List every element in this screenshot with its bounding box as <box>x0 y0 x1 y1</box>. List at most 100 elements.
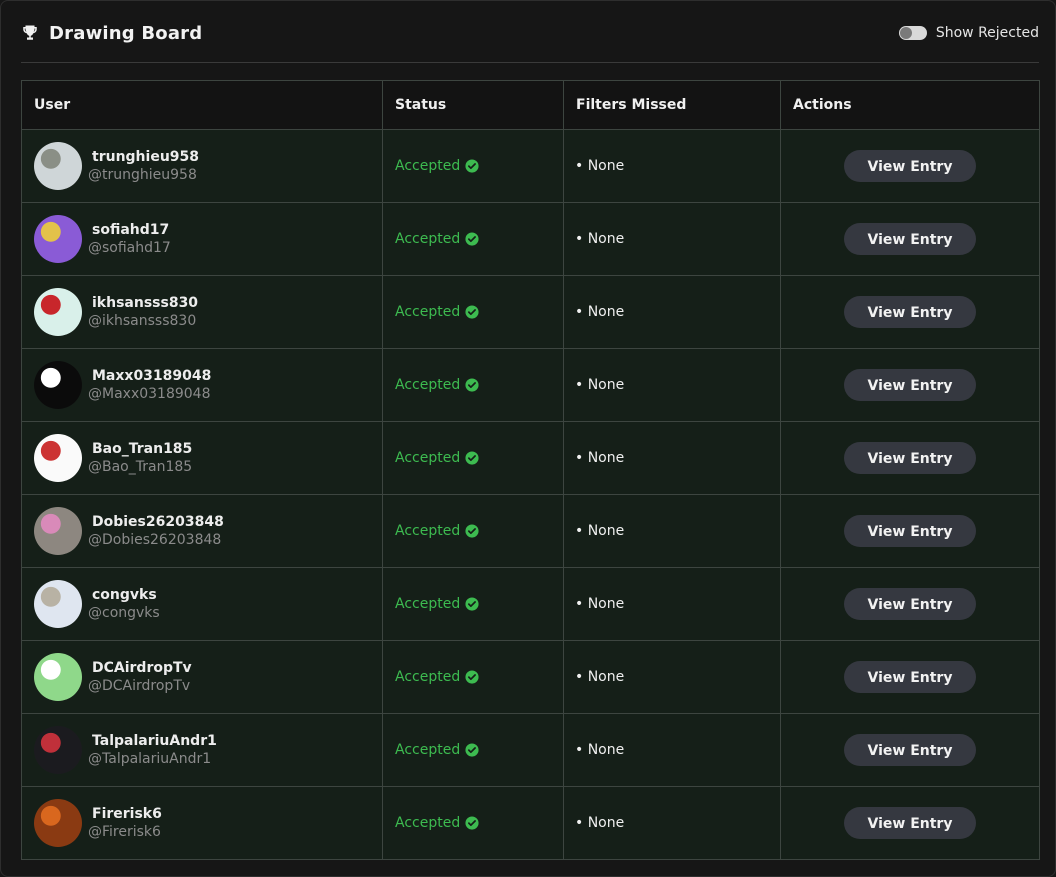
status-text: Accepted <box>395 669 461 685</box>
user-text: Dobies26203848 @Dobies26203848 <box>88 513 224 549</box>
avatar[interactable] <box>34 215 82 263</box>
avatar[interactable] <box>34 434 82 482</box>
table-row: Firerisk6 @Firerisk6 Accepted • None Vie… <box>21 786 1040 860</box>
user-handle: @Bao_Tran185 <box>88 459 193 475</box>
table-row: ikhsansss830 @ikhsansss830 Accepted • No… <box>21 275 1040 349</box>
status-text: Accepted <box>395 450 461 466</box>
user-name[interactable]: trunghieu958 <box>88 148 199 166</box>
user-handle: @DCAirdropTv <box>88 678 191 694</box>
filters-missed-text: • None <box>575 815 625 831</box>
user-name[interactable]: TalpalariuAndr1 <box>88 732 217 750</box>
actions-cell: View Entry <box>780 786 1040 860</box>
user-text: trunghieu958 @trunghieu958 <box>88 148 199 184</box>
status-badge: Accepted <box>383 304 563 320</box>
view-entry-button[interactable]: View Entry <box>844 515 976 547</box>
avatar[interactable] <box>34 799 82 847</box>
status-text: Accepted <box>395 304 461 320</box>
user-handle: @TalpalariuAndr1 <box>88 751 212 767</box>
status-badge: Accepted <box>383 596 563 612</box>
status-text: Accepted <box>395 596 461 612</box>
filters-missed-cell: • None <box>563 202 781 276</box>
user-cell: Dobies26203848 @Dobies26203848 <box>21 494 383 568</box>
user-info: trunghieu958 @trunghieu958 <box>22 142 382 190</box>
status-text: Accepted <box>395 742 461 758</box>
filters-missed-cell: • None <box>563 348 781 422</box>
user-info: TalpalariuAndr1 @TalpalariuAndr1 <box>22 726 382 774</box>
status-badge: Accepted <box>383 523 563 539</box>
check-circle-icon <box>465 816 479 830</box>
user-name[interactable]: sofiahd17 <box>88 221 171 239</box>
view-entry-button[interactable]: View Entry <box>844 150 976 182</box>
user-text: congvks @congvks <box>88 586 160 622</box>
check-circle-icon <box>465 524 479 538</box>
user-name[interactable]: Bao_Tran185 <box>88 440 192 458</box>
page-title: Drawing Board <box>49 22 203 44</box>
filters-missed-text: • None <box>575 304 625 320</box>
avatar[interactable] <box>34 726 82 774</box>
user-cell: congvks @congvks <box>21 567 383 641</box>
user-text: TalpalariuAndr1 @TalpalariuAndr1 <box>88 732 217 768</box>
status-badge: Accepted <box>383 815 563 831</box>
table-row: DCAirdropTv @DCAirdropTv Accepted • None… <box>21 640 1040 714</box>
view-entry-button[interactable]: View Entry <box>844 588 976 620</box>
user-name[interactable]: DCAirdropTv <box>88 659 192 677</box>
show-rejected-toggle[interactable]: Show Rejected <box>898 25 1039 41</box>
user-handle: @Dobies26203848 <box>88 532 222 548</box>
check-circle-icon <box>465 378 479 392</box>
user-text: Firerisk6 @Firerisk6 <box>88 805 162 841</box>
actions-cell: View Entry <box>780 421 1040 495</box>
view-entry-button[interactable]: View Entry <box>844 661 976 693</box>
status-badge: Accepted <box>383 158 563 174</box>
user-name[interactable]: Maxx03189048 <box>88 367 211 385</box>
user-handle: @sofiahd17 <box>88 240 171 256</box>
avatar[interactable] <box>34 507 82 555</box>
check-circle-icon <box>465 670 479 684</box>
avatar[interactable] <box>34 142 82 190</box>
toggle-switch[interactable] <box>898 26 927 40</box>
column-header-user: User <box>21 80 383 130</box>
table-row: Bao_Tran185 @Bao_Tran185 Accepted • None… <box>21 421 1040 495</box>
filters-missed-text: • None <box>575 450 625 466</box>
view-entry-button[interactable]: View Entry <box>844 223 976 255</box>
filters-missed-cell: • None <box>563 786 781 860</box>
user-cell: trunghieu958 @trunghieu958 <box>21 129 383 203</box>
user-cell: Bao_Tran185 @Bao_Tran185 <box>21 421 383 495</box>
user-info: sofiahd17 @sofiahd17 <box>22 215 382 263</box>
avatar[interactable] <box>34 580 82 628</box>
view-entry-button[interactable]: View Entry <box>844 807 976 839</box>
avatar[interactable] <box>34 288 82 336</box>
user-name[interactable]: Dobies26203848 <box>88 513 224 531</box>
status-cell: Accepted <box>382 202 564 276</box>
filters-missed-cell: • None <box>563 421 781 495</box>
view-entry-button[interactable]: View Entry <box>844 296 976 328</box>
view-entry-button[interactable]: View Entry <box>844 442 976 474</box>
status-badge: Accepted <box>383 450 563 466</box>
user-text: ikhsansss830 @ikhsansss830 <box>88 294 198 330</box>
status-cell: Accepted <box>382 786 564 860</box>
user-handle: @trunghieu958 <box>88 167 197 183</box>
table-row: trunghieu958 @trunghieu958 Accepted • No… <box>21 129 1040 203</box>
user-name[interactable]: ikhsansss830 <box>88 294 198 312</box>
status-text: Accepted <box>395 815 461 831</box>
header-divider <box>21 62 1039 63</box>
actions-cell: View Entry <box>780 640 1040 714</box>
avatar[interactable] <box>34 361 82 409</box>
user-text: Maxx03189048 @Maxx03189048 <box>88 367 211 403</box>
avatar[interactable] <box>34 653 82 701</box>
view-entry-button[interactable]: View Entry <box>844 734 976 766</box>
user-name[interactable]: congvks <box>88 586 160 604</box>
actions-cell: View Entry <box>780 202 1040 276</box>
filters-missed-text: • None <box>575 596 625 612</box>
user-handle: @Maxx03189048 <box>88 386 211 402</box>
title-wrap: Drawing Board <box>21 23 202 44</box>
user-name[interactable]: Firerisk6 <box>88 805 162 823</box>
check-circle-icon <box>465 159 479 173</box>
trophy-icon <box>23 25 37 40</box>
user-text: sofiahd17 @sofiahd17 <box>88 221 171 257</box>
table-row: sofiahd17 @sofiahd17 Accepted • None Vie… <box>21 202 1040 276</box>
panel-header: Drawing Board Show Rejected <box>21 17 1039 49</box>
user-text: Bao_Tran185 @Bao_Tran185 <box>88 440 192 476</box>
view-entry-button[interactable]: View Entry <box>844 369 976 401</box>
entries-table: User Status Filters Missed Actions trung… <box>21 80 1040 860</box>
user-info: Dobies26203848 @Dobies26203848 <box>22 507 382 555</box>
